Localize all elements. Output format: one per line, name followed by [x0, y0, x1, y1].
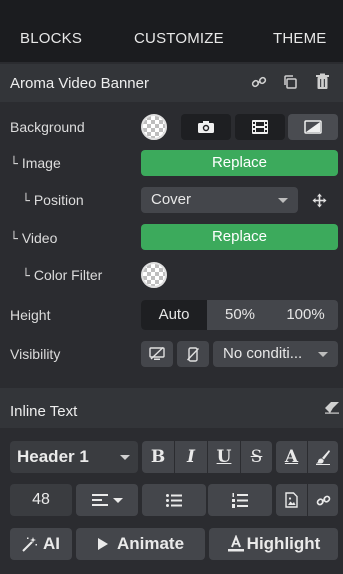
highlighter-icon — [227, 535, 244, 552]
image-label: └ Image — [10, 155, 61, 172]
height-label: Height — [10, 307, 51, 323]
block-header: Aroma Video Banner — [0, 64, 343, 102]
monitor-off-icon — [149, 347, 165, 360]
insert-image-button[interactable] — [276, 484, 307, 516]
italic-button[interactable]: I — [175, 441, 207, 473]
animate-label: Animate — [116, 534, 185, 553]
chevron-down-icon — [318, 352, 328, 357]
ai-label: AI — [43, 534, 60, 553]
background-label: Background — [10, 119, 85, 135]
highlight-label: Highlight — [246, 534, 321, 553]
eraser-icon[interactable] — [324, 401, 340, 419]
gradient-icon — [304, 120, 322, 134]
numbered-list-button[interactable] — [208, 484, 272, 516]
mobile-off-icon — [187, 346, 199, 362]
background-video-type[interactable] — [235, 114, 285, 140]
align-dropdown[interactable] — [76, 484, 138, 516]
bullet-list-icon — [166, 493, 182, 507]
visibility-condition-value: No conditi... — [223, 345, 303, 362]
film-icon — [252, 120, 268, 134]
ai-button[interactable]: AI — [10, 528, 72, 560]
text-style-value: Header 1 — [17, 447, 89, 466]
image-file-icon — [285, 492, 298, 508]
height-segmented-control: Auto 50% 100% — [141, 300, 338, 330]
hide-desktop-toggle[interactable] — [141, 341, 173, 367]
block-title: Aroma Video Banner — [10, 75, 149, 92]
align-left-icon — [91, 494, 108, 506]
visibility-label: Visibility — [10, 346, 61, 362]
insert-link-button[interactable] — [308, 484, 338, 516]
position-select[interactable]: Cover — [141, 187, 298, 213]
position-label-text: Position — [33, 192, 84, 208]
animate-button[interactable]: Animate — [76, 528, 205, 560]
color-filter-label: └ Color Filter — [22, 267, 103, 284]
video-replace-button[interactable]: Replace — [141, 224, 338, 250]
highlight-button[interactable]: Highlight — [209, 528, 338, 560]
camera-icon — [198, 121, 214, 133]
chevron-down-icon — [112, 497, 123, 503]
video-label-text: Video — [21, 230, 58, 246]
background-image-type[interactable] — [181, 114, 231, 140]
height-100-option[interactable]: 100% — [273, 300, 338, 330]
text-style-select[interactable]: Header 1 — [10, 441, 138, 473]
height-50-option[interactable]: 50% — [207, 300, 273, 330]
image-replace-button[interactable]: Replace — [141, 150, 338, 176]
link-icon — [316, 495, 330, 505]
magic-wand-icon — [22, 537, 37, 552]
underline-button[interactable]: U — [208, 441, 240, 473]
tab-customize[interactable]: CUSTOMIZE — [134, 30, 224, 47]
position-value: Cover — [151, 191, 192, 208]
image-label-text: Image — [21, 155, 61, 171]
link-icon[interactable] — [251, 74, 267, 95]
move-crosshair-icon[interactable] — [312, 193, 327, 213]
video-label: └ Video — [10, 230, 58, 247]
inline-text-title: Inline Text — [10, 403, 78, 420]
visibility-condition-select[interactable]: No conditi... — [213, 341, 338, 367]
duplicate-icon[interactable] — [282, 74, 298, 95]
strikethrough-button[interactable]: S — [241, 441, 272, 473]
inline-text-header: Inline Text — [0, 388, 343, 428]
hide-mobile-toggle[interactable] — [177, 341, 209, 367]
chevron-down-icon — [120, 455, 130, 460]
color-filter-label-text: Color Filter — [33, 267, 103, 283]
highlight-color-button[interactable] — [308, 441, 338, 473]
tab-bar: BLOCKS CUSTOMIZE THEME — [0, 0, 343, 62]
color-filter-swatch[interactable] — [141, 262, 167, 288]
chevron-down-icon — [278, 198, 288, 203]
bold-button[interactable]: B — [142, 441, 174, 473]
play-icon — [97, 538, 108, 550]
font-size-input[interactable]: 48 — [10, 484, 72, 516]
tab-blocks[interactable]: BLOCKS — [20, 30, 82, 47]
background-gradient-type[interactable] — [288, 114, 338, 140]
bullet-list-button[interactable] — [142, 484, 206, 516]
brush-icon — [316, 450, 330, 465]
height-auto-option[interactable]: Auto — [141, 300, 207, 330]
text-color-button[interactable]: A — [276, 441, 307, 473]
trash-icon[interactable] — [315, 73, 330, 95]
tab-theme[interactable]: THEME — [273, 30, 327, 47]
numbered-list-icon — [232, 492, 248, 508]
background-color-swatch[interactable] — [141, 114, 167, 140]
position-label: └ Position — [22, 192, 84, 209]
